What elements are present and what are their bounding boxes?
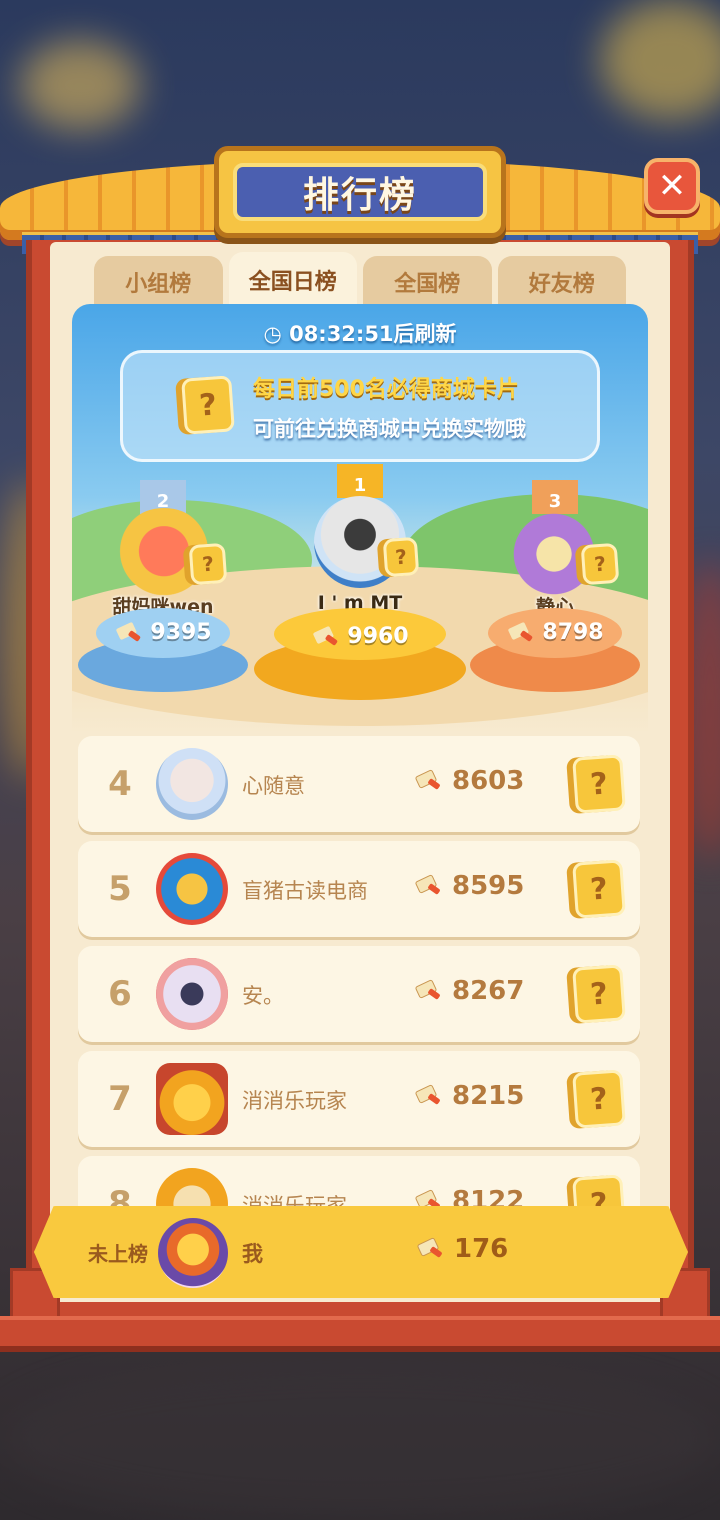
player-score: 8595 xyxy=(414,871,524,901)
tab-national-daily[interactable]: 全国日榜 xyxy=(228,252,357,308)
player-name: 安。 xyxy=(242,984,284,1008)
my-name: 我 xyxy=(242,1242,263,1266)
top-three-stage: ◷ 08:32:51后刷新 ? 每日前500名必得商城卡片 可前往兑换商城中兑换… xyxy=(72,304,648,734)
clock-icon: ◷ xyxy=(263,322,290,346)
brush-icon xyxy=(114,621,144,645)
rank-crown-1-icon: 1 xyxy=(337,464,383,498)
notice-line-1: 每日前500名必得商城卡片 xyxy=(253,377,519,402)
podium-score: 9395 xyxy=(114,620,212,645)
avatar xyxy=(156,1063,228,1135)
player-name: 心随意 xyxy=(242,774,305,798)
tab-bar: 小组榜 全国日榜 全国榜 好友榜 xyxy=(94,252,626,308)
podium-score: 9960 xyxy=(311,624,409,649)
rank-row[interactable]: 4 心随意 8603 ? xyxy=(78,736,640,832)
close-button[interactable]: ✕ xyxy=(644,158,700,214)
title-plate: 排行榜 xyxy=(214,146,506,238)
mall-card-icon: ? xyxy=(572,1069,626,1129)
rank-row[interactable]: 5 盲猪古读电商 8595 ? xyxy=(78,841,640,937)
rank-number: 5 xyxy=(108,869,132,909)
close-icon: ✕ xyxy=(657,166,687,206)
tab-group[interactable]: 小组榜 xyxy=(94,256,223,308)
player-name: 盲猪古读电商 xyxy=(242,879,368,903)
player-score: 8267 xyxy=(414,976,524,1006)
podium-first[interactable]: 1 ? I ' m MT 9960 xyxy=(254,462,466,702)
reward-notice: ? 每日前500名必得商城卡片 可前往兑换商城中兑换实物哦 xyxy=(120,350,600,462)
refresh-timer: ◷ 08:32:51后刷新 xyxy=(263,322,457,346)
brush-icon xyxy=(414,769,444,793)
frame-bottom-bar xyxy=(0,1316,720,1352)
rank-row[interactable]: 6 安。 8267 ? xyxy=(78,946,640,1042)
my-rank-bar[interactable]: 未上榜 我 176 xyxy=(34,1206,688,1298)
tab-national[interactable]: 全国榜 xyxy=(363,256,492,308)
brush-icon xyxy=(414,979,444,1003)
podium-third[interactable]: 3 ? 静心 8798 xyxy=(470,478,640,698)
brush-icon xyxy=(506,621,536,645)
my-score: 176 xyxy=(416,1234,508,1264)
player-score: 8603 xyxy=(414,766,524,796)
avatar xyxy=(156,853,228,925)
page-title: 排行榜 xyxy=(233,163,487,221)
brush-icon xyxy=(414,874,444,898)
brush-icon xyxy=(311,625,341,649)
mall-card-icon: ? xyxy=(580,542,620,586)
podium-score: 8798 xyxy=(506,620,604,645)
notice-line-2: 可前往兑换商城中兑换实物哦 xyxy=(253,417,526,441)
rank-number: 4 xyxy=(108,764,132,804)
mall-card-icon: ? xyxy=(181,375,235,435)
brush-icon xyxy=(416,1237,446,1261)
tab-friends[interactable]: 好友榜 xyxy=(497,256,626,308)
player-score: 8215 xyxy=(414,1081,524,1111)
avatar xyxy=(158,1218,228,1288)
player-name: 消消乐玩家 xyxy=(242,1089,347,1113)
rank-number: 7 xyxy=(108,1079,132,1119)
brush-icon xyxy=(414,1084,444,1108)
mall-card-icon: ? xyxy=(572,859,626,919)
rank-row[interactable]: 7 消消乐玩家 8215 ? xyxy=(78,1051,640,1147)
podium-second[interactable]: 2 ? 甜妈咪wen 9395 xyxy=(78,478,248,698)
my-rank-status: 未上榜 xyxy=(88,1242,148,1266)
rank-number: 6 xyxy=(108,974,132,1014)
mall-card-icon: ? xyxy=(188,542,228,586)
avatar xyxy=(156,748,228,820)
avatar xyxy=(156,958,228,1030)
mall-card-icon: ? xyxy=(572,754,626,814)
mall-card-icon: ? xyxy=(572,964,626,1024)
mall-card-icon: ? xyxy=(382,536,420,578)
